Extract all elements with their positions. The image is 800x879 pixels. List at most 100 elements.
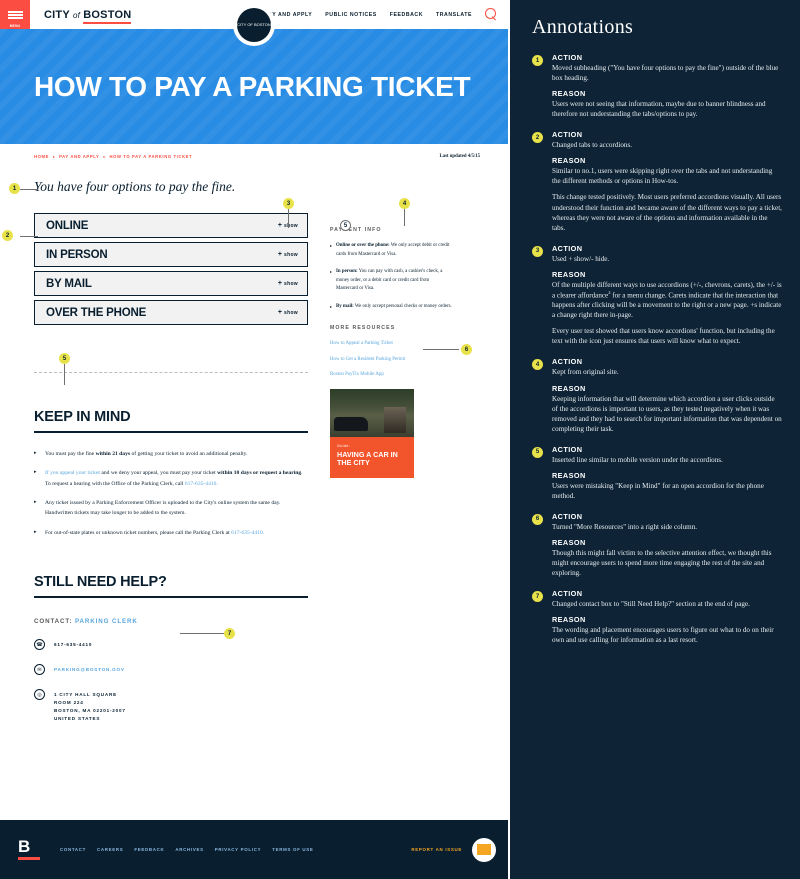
promo-card[interactable]: Guide: HAVING A CAR IN THE CITY	[330, 388, 414, 479]
annotation-item-4: 4 ACTION Kept from original site. REASON…	[532, 357, 782, 433]
annotations-title: Annotations	[532, 16, 634, 38]
accordion-toggle[interactable]: + show	[278, 251, 298, 258]
breadcrumb-row: HOME ▸ PAY AND APPLY ▸ HOW TO PAY A PARK…	[0, 144, 508, 159]
contact-email[interactable]: PARKING@BOSTON.GOV	[54, 664, 125, 674]
kim-text: of getting your ticket to avoid an addit…	[130, 451, 248, 457]
reason-text: Of the multiple different ways to use ac…	[552, 280, 782, 321]
footer-link-archives[interactable]: ARCHIVES	[175, 847, 203, 852]
accordion-title: OVER THE PHONE	[46, 306, 147, 319]
accordion-title: ONLINE	[46, 219, 89, 232]
marker-2[interactable]: 2	[2, 230, 13, 241]
leader-line-5	[64, 363, 65, 385]
kim-text: For out-of-state plates or unknown ticke…	[45, 529, 232, 536]
breadcrumb-pay-and-apply[interactable]: PAY AND APPLY	[59, 154, 99, 159]
reason-text-2: Every user test showed that users know a…	[552, 327, 775, 346]
annotation-body: ACTION Changed tabs to accordions. REASO…	[552, 130, 782, 232]
reason-text: Users were not seeing that information, …	[552, 100, 766, 119]
annotation-body: ACTION Changed contact box to "Still Nee…	[552, 589, 782, 645]
report-an-issue-link[interactable]: REPORT AN ISSUE	[411, 847, 462, 852]
action-label: ACTION	[552, 243, 583, 253]
payment-text: We only accept personal checks or money …	[353, 303, 452, 309]
leader-line-7	[180, 633, 224, 634]
more-resources-links: How to Appeal a Parking Ticket How to Ge…	[330, 340, 452, 378]
annotation-number: 3	[532, 245, 543, 257]
phone-link[interactable]: 617-635-4410.	[185, 481, 218, 487]
accordion-toggle-label: show	[284, 223, 298, 229]
nav-public-notices[interactable]: PUBLIC NOTICES	[325, 12, 377, 18]
marker-5[interactable]: 5	[59, 353, 70, 364]
list-item: If you appeal your ticket and we deny yo…	[34, 468, 308, 489]
accordion-in-person[interactable]: IN PERSON + show	[34, 242, 308, 267]
nav-feedback[interactable]: FEEDBACK	[390, 12, 423, 18]
plus-icon: +	[277, 309, 283, 316]
more-resources-label: MORE RESOURCES	[330, 325, 396, 332]
kim-text: You must pay the fine	[45, 451, 96, 457]
reason-text: Users were mistaking "Keep in Mind" for …	[552, 481, 764, 500]
contact-line: CONTACT: PARKING CLERK	[34, 618, 308, 625]
reason-text: Keeping information that will determine …	[552, 394, 782, 433]
parking-clerk-link[interactable]: PARKING CLERK	[75, 618, 138, 625]
main-column: ONLINE + show IN PERSON + show BY MAIL +…	[34, 213, 308, 723]
website-mockup: MENU CITY of BOSTON PAY AND APPLY PUBLIC…	[0, 0, 510, 879]
reason-text: The wording and placement encourages use…	[552, 626, 774, 645]
menu-button[interactable]: MENU	[0, 0, 30, 29]
city-seal-inner: CITY OF BOSTON	[237, 8, 271, 42]
footer-link-privacy-policy[interactable]: PRIVACY POLICY	[215, 847, 261, 852]
action-text: Moved subheading ("You have four options…	[552, 64, 779, 83]
keep-in-mind-list: You must pay the fine within 21 days of …	[34, 449, 308, 538]
reason-label: REASON	[552, 470, 586, 480]
footer-link-careers[interactable]: CAREERS	[97, 847, 123, 852]
footer-link-contact[interactable]: CONTACT	[60, 847, 86, 852]
marker-4[interactable]: 4	[399, 198, 410, 209]
reason-label: REASON	[552, 89, 586, 99]
accordion-toggle[interactable]: + show	[278, 280, 298, 287]
footer-link-feedback[interactable]: FEEDBACK	[134, 847, 164, 852]
action-label: ACTION	[552, 53, 583, 62]
reason-label: REASON	[552, 269, 586, 279]
page-title: HOW TO PAY A PARKING TICKET	[34, 70, 471, 102]
marker-5-alt[interactable]: 5	[340, 220, 351, 231]
logo-of: of	[72, 10, 81, 20]
annotation-number: 2	[532, 132, 543, 144]
accordion-toggle[interactable]: + show	[278, 309, 298, 316]
accordion-over-the-phone[interactable]: OVER THE PHONE + show	[34, 300, 308, 325]
annotation-number: 7	[532, 591, 543, 603]
annotation-number: 6	[532, 513, 543, 525]
breadcrumb-home[interactable]: HOME	[34, 154, 49, 159]
footer-badge[interactable]	[472, 837, 496, 862]
nav-translate[interactable]: TRANSLATE	[436, 12, 472, 18]
accordion-by-mail[interactable]: BY MAIL + show	[34, 271, 308, 296]
appeal-ticket-link[interactable]: If you appeal your ticket	[45, 470, 100, 476]
plus-icon: +	[277, 280, 283, 287]
resource-link-permit[interactable]: How to Get a Resident Parking Permit	[330, 356, 452, 363]
resource-link-paytix[interactable]: Boston PayTix Mobile App	[330, 371, 452, 378]
action-label: ACTION	[552, 589, 583, 599]
phone-link[interactable]: 617-635-4410.	[231, 530, 264, 536]
map-pin-icon: ◎	[34, 689, 45, 701]
promo-card-eyebrow: Guide:	[337, 443, 350, 448]
resource-link-appeal[interactable]: How to Appeal a Parking Ticket	[330, 340, 452, 347]
accordion-toggle-label: show	[284, 310, 298, 316]
action-label: ACTION	[552, 444, 583, 454]
footer-link-terms-of-use[interactable]: TERMS OF USE	[272, 847, 313, 852]
marker-3[interactable]: 3	[283, 198, 294, 209]
plus-icon: +	[277, 222, 283, 229]
phone-icon: ☎	[34, 639, 45, 651]
action-label: ACTION	[552, 130, 583, 140]
marker-6[interactable]: 6	[461, 344, 472, 355]
search-icon[interactable]	[485, 8, 498, 21]
breadcrumb-current[interactable]: HOW TO PAY A PARKING TICKET	[110, 154, 193, 159]
action-label: ACTION	[552, 511, 583, 521]
annotation-body: ACTION Used + show/- hide. REASON Of the…	[552, 244, 782, 347]
annotation-number: 4	[532, 359, 543, 371]
leader-line-4	[404, 208, 405, 226]
accordion-online[interactable]: ONLINE + show	[34, 213, 308, 238]
marker-7[interactable]: 7	[224, 628, 235, 639]
marker-1[interactable]: 1	[9, 183, 20, 194]
contact-phone: 617-635-4410	[54, 642, 93, 648]
footer-logo: B	[18, 838, 40, 861]
plus-icon: +	[277, 251, 283, 258]
site-logo[interactable]: CITY of BOSTON	[44, 8, 132, 24]
screenshot-root: MENU CITY of BOSTON PAY AND APPLY PUBLIC…	[0, 0, 800, 879]
city-seal: CITY OF BOSTON	[233, 4, 275, 46]
